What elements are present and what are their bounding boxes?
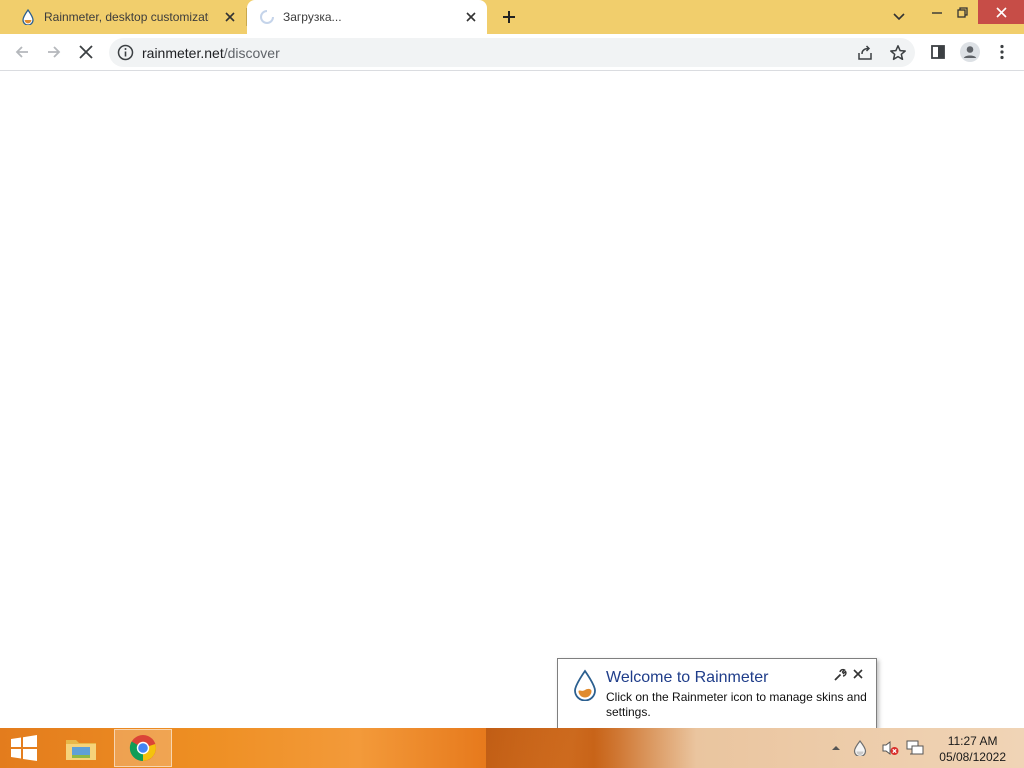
plus-icon bbox=[503, 11, 515, 23]
stop-loading-button[interactable] bbox=[73, 39, 99, 65]
url-path: /discover bbox=[223, 45, 280, 61]
rainmeter-drop-icon bbox=[572, 669, 598, 702]
restore-icon bbox=[956, 6, 968, 18]
balloon-close-button[interactable] bbox=[851, 667, 865, 681]
bookmark-star-icon[interactable] bbox=[889, 44, 907, 62]
chrome-taskbar-button[interactable] bbox=[114, 729, 172, 767]
chevron-up-icon bbox=[832, 746, 840, 750]
volume-muted-icon[interactable] bbox=[880, 738, 900, 758]
clock-time: 11:27 AM bbox=[947, 734, 998, 748]
avatar-icon bbox=[960, 42, 980, 62]
share-icon[interactable] bbox=[856, 44, 874, 62]
taskbar: 11:27 AM 05/08/12022 bbox=[0, 728, 1024, 768]
browser-toolbar: rainmeter.net/discover bbox=[0, 34, 1024, 71]
info-icon[interactable] bbox=[117, 44, 134, 61]
tab-title: Загрузка... bbox=[283, 10, 342, 24]
start-button[interactable] bbox=[0, 728, 48, 768]
address-bar[interactable]: rainmeter.net/discover bbox=[109, 38, 915, 67]
menu-button[interactable] bbox=[989, 39, 1015, 65]
wrench-icon[interactable] bbox=[833, 668, 847, 682]
rainmeter-tray-icon[interactable] bbox=[850, 738, 870, 758]
page-content bbox=[0, 71, 1024, 728]
forward-button[interactable] bbox=[41, 39, 67, 65]
side-panel-button[interactable] bbox=[925, 39, 951, 65]
balloon-title: Welcome to Rainmeter bbox=[606, 669, 769, 686]
close-icon bbox=[853, 669, 863, 679]
tab-strip: Rainmeter, desktop customization tool За… bbox=[0, 0, 1024, 34]
file-explorer-button[interactable] bbox=[56, 728, 106, 768]
tab-loading[interactable]: Загрузка... bbox=[247, 0, 487, 34]
taskbar-wallpaper-accent bbox=[486, 728, 626, 768]
url-text[interactable]: rainmeter.net/discover bbox=[142, 45, 280, 61]
new-tab-button[interactable] bbox=[499, 7, 519, 27]
rainmeter-welcome-balloon[interactable]: Welcome to Rainmeter Click on the Rainme… bbox=[557, 658, 877, 729]
windows-logo-icon bbox=[11, 735, 37, 761]
minimize-button[interactable] bbox=[926, 0, 948, 24]
show-hidden-icons-button[interactable] bbox=[826, 738, 846, 758]
profile-button[interactable] bbox=[957, 39, 983, 65]
tab-search-button[interactable] bbox=[888, 5, 910, 29]
window-close-button[interactable] bbox=[978, 0, 1024, 24]
minimize-icon bbox=[932, 12, 942, 14]
arrow-right-icon bbox=[48, 46, 61, 58]
tab-title: Rainmeter, desktop customization tool bbox=[44, 10, 209, 24]
rainmeter-drop-icon bbox=[20, 9, 36, 25]
close-icon[interactable] bbox=[463, 9, 479, 25]
folder-icon bbox=[66, 740, 96, 760]
side-panel-icon bbox=[931, 45, 945, 59]
chevron-down-icon bbox=[893, 13, 905, 21]
arrow-left-icon bbox=[15, 46, 28, 58]
tab-rainmeter[interactable]: Rainmeter, desktop customization tool bbox=[8, 0, 246, 34]
close-icon[interactable] bbox=[222, 9, 238, 25]
restore-button[interactable] bbox=[951, 0, 973, 24]
clock-date: 05/08/12022 bbox=[939, 750, 1006, 764]
close-icon bbox=[79, 45, 93, 59]
back-button[interactable] bbox=[9, 39, 35, 65]
balloon-message: Click on the Rainmeter icon to manage sk… bbox=[606, 690, 867, 719]
chrome-icon bbox=[129, 735, 156, 762]
network-icon[interactable] bbox=[905, 738, 925, 758]
close-icon bbox=[995, 6, 1007, 18]
more-vertical-icon bbox=[1000, 44, 1004, 60]
system-clock[interactable]: 11:27 AM 05/08/12022 bbox=[939, 733, 1006, 765]
loading-spinner-icon bbox=[259, 9, 275, 25]
url-domain: rainmeter.net bbox=[142, 45, 224, 61]
